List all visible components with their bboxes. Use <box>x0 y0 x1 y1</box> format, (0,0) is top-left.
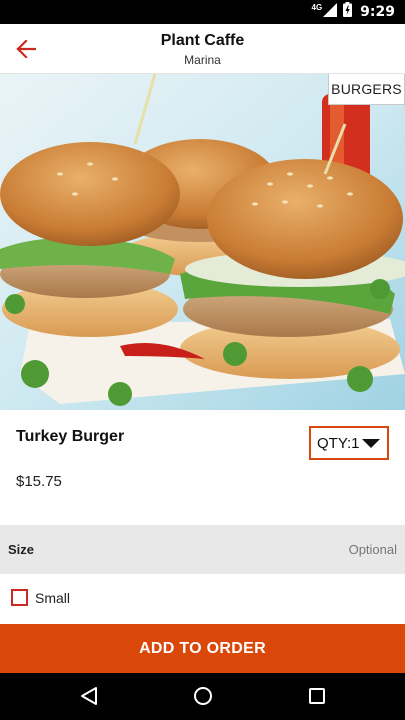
circle-home-icon <box>194 687 212 705</box>
size-option-small[interactable]: Small <box>0 574 405 624</box>
category-badge: BURGERS <box>328 74 405 105</box>
signal-icon <box>323 2 338 22</box>
status-time: 9:29 <box>360 4 395 20</box>
option-label: Small <box>35 590 71 606</box>
optional-label: Optional <box>348 542 397 557</box>
app-bar: Plant Caffe Marina <box>0 24 405 74</box>
quantity-value: QTY:1 <box>317 434 360 452</box>
page-title: Plant Caffe <box>160 32 245 49</box>
nav-home-button[interactable] <box>190 683 216 709</box>
nav-recents-button[interactable] <box>304 683 330 709</box>
size-section-header: Size Optional <box>0 525 405 574</box>
network-type-label: 4G <box>311 2 323 12</box>
add-to-order-button[interactable]: ADD TO ORDER <box>0 624 405 673</box>
product-image: BURGERS <box>0 74 405 410</box>
status-icons: 4G 9:29 <box>311 0 395 24</box>
caret-down-icon <box>361 438 380 448</box>
title-block: Plant Caffe Marina <box>0 30 405 68</box>
checkbox[interactable] <box>11 589 28 606</box>
section-title: Size <box>8 542 35 557</box>
battery-icon <box>343 2 353 22</box>
nav-back-button[interactable] <box>76 683 102 709</box>
square-recents-icon <box>309 688 325 704</box>
status-bar: 4G 9:29 <box>0 0 405 24</box>
burger-photo <box>0 74 405 410</box>
quantity-dropdown[interactable]: QTY:1 <box>309 426 389 460</box>
product-price: $15.75 <box>16 473 62 490</box>
location-subtitle: Marina <box>184 53 221 67</box>
navigation-bar <box>0 673 405 720</box>
product-name: Turkey Burger <box>16 428 125 445</box>
triangle-back-icon <box>81 687 97 705</box>
